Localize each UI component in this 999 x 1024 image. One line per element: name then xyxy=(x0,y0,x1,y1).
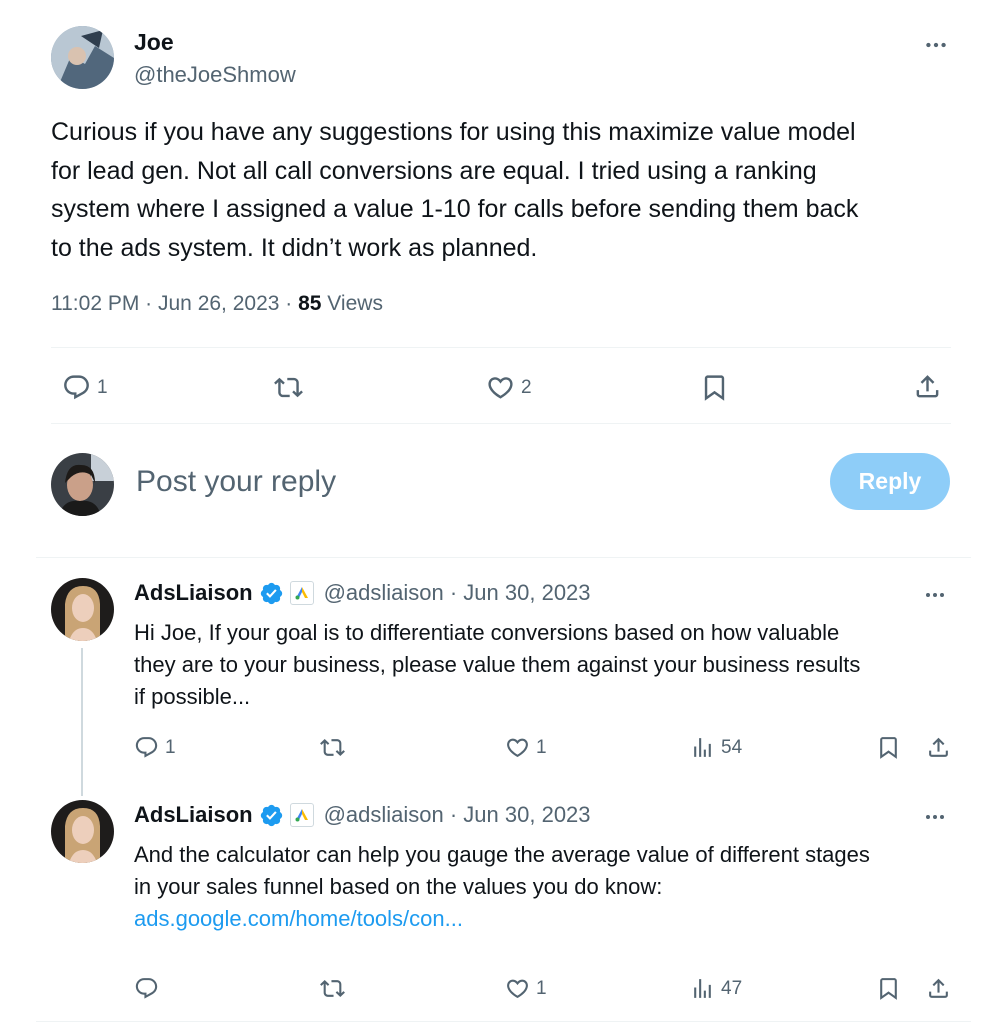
verified-badge-icon xyxy=(259,803,284,828)
like-count: 1 xyxy=(536,977,547,999)
views-count: 85 xyxy=(298,292,322,315)
author-name[interactable]: Joe xyxy=(134,29,174,56)
bookmark-icon xyxy=(876,976,901,1001)
bookmark-icon xyxy=(700,373,729,402)
reply-handle-date[interactable]: @adsliaison · Jun 30, 2023 xyxy=(324,580,591,606)
repost-action[interactable] xyxy=(320,735,345,760)
repost-icon xyxy=(274,373,303,402)
tweet-text-line: system where I assigned a value 1-10 for… xyxy=(51,195,859,223)
reply-action[interactable]: 1 xyxy=(134,735,176,760)
tweet-text-line: Curious if you have any suggestions for … xyxy=(51,118,856,146)
divider xyxy=(36,557,971,558)
bookmark-action[interactable] xyxy=(700,373,729,402)
repost-action[interactable] xyxy=(274,373,303,402)
reply-icon xyxy=(134,735,159,760)
repost-action[interactable] xyxy=(320,976,345,1001)
bookmark-action[interactable] xyxy=(876,976,901,1001)
tweet-text-line: to the ads system. It didn’t work as pla… xyxy=(51,233,538,262)
reply-author-avatar[interactable] xyxy=(51,800,114,863)
reply-handle-date[interactable]: @adsliaison · Jun 30, 2023 xyxy=(324,802,591,828)
repost-icon xyxy=(320,735,345,760)
google-ads-affiliate-icon[interactable] xyxy=(289,581,314,605)
tweet-meta: 11:02 PM · Jun 26, 2023 · 85 Views xyxy=(51,292,383,316)
views-label: Views xyxy=(321,292,383,315)
share-action[interactable] xyxy=(913,372,942,401)
divider xyxy=(36,1021,971,1022)
views-count: 54 xyxy=(721,736,743,758)
verified-badge-icon xyxy=(259,581,284,606)
like-action[interactable]: 1 xyxy=(505,976,547,1001)
share-action[interactable] xyxy=(926,735,951,760)
user-avatar[interactable] xyxy=(51,453,114,516)
like-action[interactable]: 1 xyxy=(505,735,547,760)
bookmark-icon xyxy=(876,735,901,760)
reply-author-avatar[interactable] xyxy=(51,578,114,641)
google-ads-affiliate-icon[interactable] xyxy=(289,803,314,827)
reply-button[interactable]: Reply xyxy=(830,453,950,510)
reply-text-line: And the calculator can help you gauge th… xyxy=(134,842,870,867)
like-icon xyxy=(505,735,530,760)
views-action[interactable]: 54 xyxy=(690,735,742,760)
like-count: 1 xyxy=(536,736,547,758)
like-count: 2 xyxy=(521,376,532,398)
reply-action[interactable]: 1 xyxy=(62,373,108,402)
like-icon xyxy=(486,373,515,402)
repost-icon xyxy=(320,976,345,1001)
reply-author-name[interactable]: AdsLiaison xyxy=(134,802,253,828)
reply-header: AdsLiaison @adsliaison · Jun 30, 2023 xyxy=(134,802,591,828)
reply-text-line: Hi Joe, If your goal is to differentiate… xyxy=(134,620,840,645)
views-icon xyxy=(690,735,715,760)
tweet-text: Curious if you have any suggestions for … xyxy=(51,113,971,267)
views-icon xyxy=(690,976,715,1001)
reply-count: 1 xyxy=(165,736,176,758)
reply-count: 1 xyxy=(97,376,108,398)
reply-icon xyxy=(62,373,91,402)
tweet-date[interactable]: Jun 26, 2023 xyxy=(158,292,279,315)
reply-icon xyxy=(134,976,159,1001)
divider xyxy=(51,423,951,424)
reply-text-line: in your sales funnel based on the values… xyxy=(134,874,663,899)
reply-link[interactable]: ads.google.com/home/tools/con... xyxy=(134,903,974,935)
share-icon xyxy=(926,976,951,1001)
reply-header: AdsLiaison @adsliaison · Jun 30, 2023 xyxy=(134,580,591,606)
like-icon xyxy=(505,976,530,1001)
more-icon[interactable] xyxy=(923,805,947,829)
reply-text-line: if possible... xyxy=(134,684,251,709)
views-count: 47 xyxy=(721,977,743,999)
reply-author-name[interactable]: AdsLiaison xyxy=(134,580,253,606)
meta-separator: · xyxy=(279,292,299,315)
share-action[interactable] xyxy=(926,976,951,1001)
divider xyxy=(51,347,951,348)
views-action[interactable]: 47 xyxy=(690,976,742,1001)
reply-input[interactable]: Post your reply xyxy=(136,465,796,499)
tweet-text-line: for lead gen. Not all call conversions a… xyxy=(51,156,817,185)
like-action[interactable]: 2 xyxy=(486,373,532,402)
author-handle[interactable]: @theJoeShmow xyxy=(134,62,296,88)
meta-separator: · xyxy=(139,292,158,315)
more-icon[interactable] xyxy=(923,583,947,607)
reply-text: And the calculator can help you gauge th… xyxy=(134,839,974,935)
bookmark-action[interactable] xyxy=(876,735,901,760)
reply-action[interactable] xyxy=(134,976,165,1001)
reply-text-line: they are to your business, please value … xyxy=(134,652,861,677)
share-icon xyxy=(926,735,951,760)
tweet-time[interactable]: 11:02 PM xyxy=(51,292,139,315)
thread-connector xyxy=(81,648,83,796)
more-icon[interactable] xyxy=(923,32,949,58)
share-icon xyxy=(913,372,942,401)
author-avatar[interactable] xyxy=(51,26,114,89)
reply-text: Hi Joe, If your goal is to differentiate… xyxy=(134,617,974,713)
